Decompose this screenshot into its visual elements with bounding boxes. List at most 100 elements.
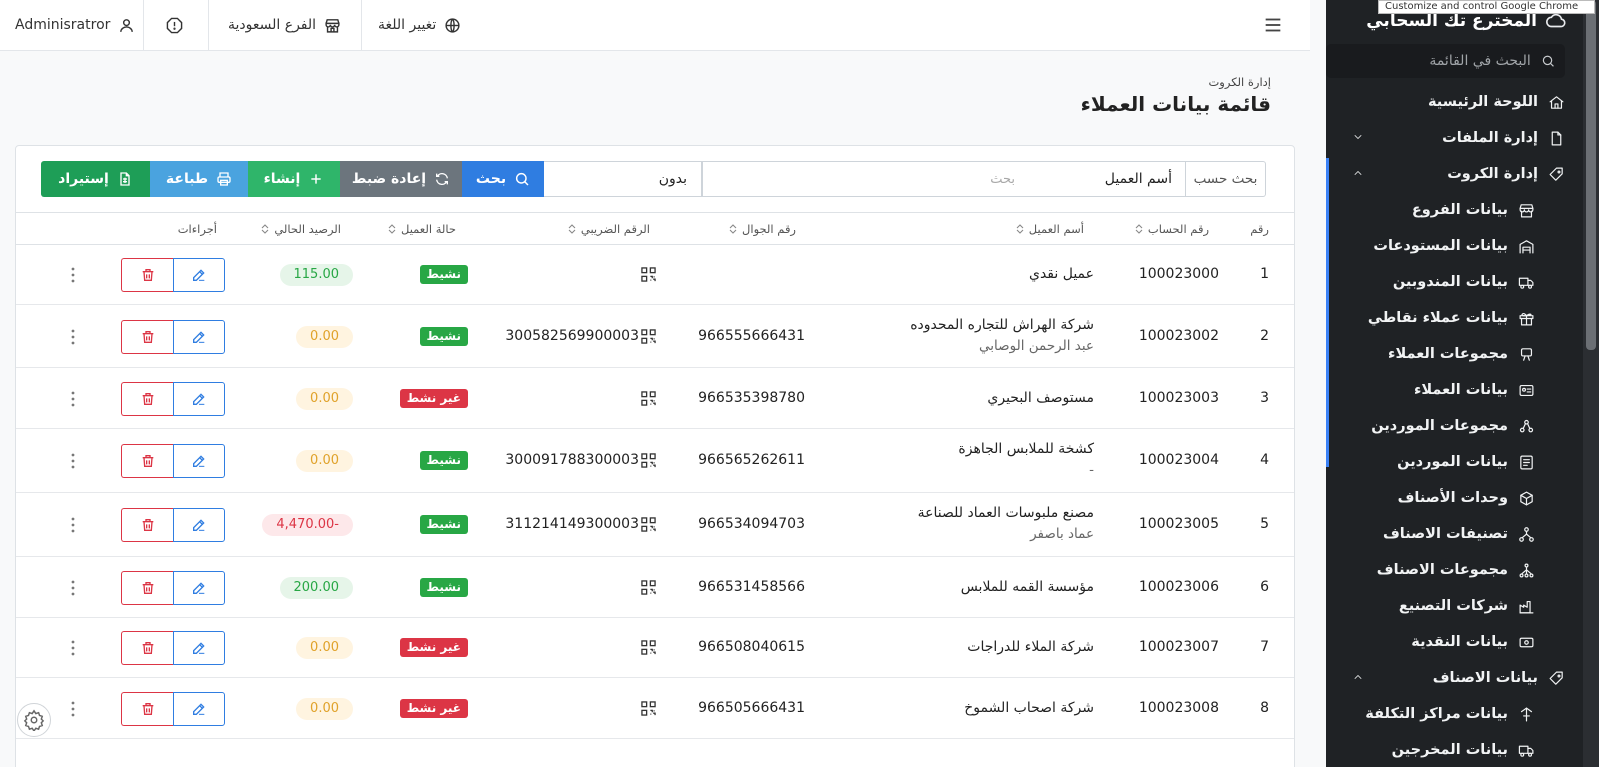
edit-button[interactable]	[173, 444, 225, 478]
status-badge: غير نشط	[399, 698, 468, 718]
table-row[interactable]: 6 100023006 مؤسسة القمه للملابس 96653145856…	[16, 557, 1294, 618]
condition-select[interactable]: بدون	[544, 161, 702, 197]
language-switcher[interactable]: تغيير اللغة	[378, 0, 461, 50]
reset-button[interactable]: إعادة ضبط	[340, 161, 462, 197]
delete-button[interactable]	[121, 631, 173, 665]
sidebar-search-input[interactable]	[1336, 53, 1531, 69]
col-status[interactable]: حالة العميل	[388, 213, 456, 245]
more-vertical-icon[interactable]	[70, 640, 76, 656]
qr-code-icon[interactable]	[641, 579, 656, 595]
sidebar-item[interactable]: تصنيفات الاصناف	[1326, 516, 1583, 552]
edit-button[interactable]	[173, 508, 225, 542]
edit-button[interactable]	[173, 691, 225, 726]
table-row[interactable]: 3 100023003 مستوصف البحيري 966535398780 غير …	[16, 368, 1294, 429]
delete-button[interactable]	[121, 691, 173, 726]
delete-button[interactable]	[121, 508, 173, 542]
sidebar-item-label: بيانات المستودعات	[1373, 238, 1508, 254]
sidebar-item[interactable]: مجموعات الاصناف	[1326, 552, 1583, 588]
create-button[interactable]: إنشاء	[248, 161, 340, 197]
edit-button[interactable]	[173, 258, 225, 292]
more-vertical-icon[interactable]	[70, 391, 76, 407]
import-button[interactable]: إستيراد	[41, 161, 150, 197]
branch-selector[interactable]: الفرع السعودية	[228, 0, 341, 50]
balance-badge: 115.00	[279, 264, 353, 286]
sidebar-item[interactable]: شركات التصنيع	[1326, 588, 1583, 624]
col-name[interactable]: أسم العميل	[1016, 213, 1084, 245]
more-vertical-icon[interactable]	[70, 701, 76, 717]
sidebar-item[interactable]: مجموعات العملاء	[1326, 336, 1583, 372]
sidebar-item-label: بيانات الفروع	[1411, 202, 1508, 218]
table-row[interactable]: مؤسسة مخرجات النخبة	[16, 739, 1294, 767]
table-row[interactable]: 7 100023007 شركة الملاء للدراجات 9665080406…	[16, 618, 1294, 678]
delete-button[interactable]	[121, 258, 173, 292]
chevron-up-icon	[1354, 171, 1362, 175]
edit-button[interactable]	[173, 381, 225, 416]
trash-icon	[142, 330, 153, 343]
sidebar-search[interactable]	[1326, 44, 1565, 78]
settings-button[interactable]	[17, 703, 51, 737]
col-tax[interactable]: الرقم الضريبي	[568, 213, 650, 245]
edit-button[interactable]	[173, 319, 225, 354]
hamburger-menu-icon[interactable]	[1262, 14, 1284, 36]
qr-code-icon[interactable]	[641, 390, 656, 406]
qr-code-icon[interactable]	[641, 640, 656, 655]
alert-button[interactable]	[166, 0, 183, 50]
customer-name: شركة الملاء للدراجات	[967, 639, 1094, 655]
qr-code-icon[interactable]	[641, 453, 656, 468]
edit-icon	[193, 519, 205, 531]
more-vertical-icon[interactable]	[70, 580, 76, 596]
sidebar-item-label: بيانات العملاء	[1413, 382, 1508, 398]
table-row[interactable]: 4 100023004 كشخة للملابس الجاهزة - 966565262…	[16, 429, 1294, 493]
sidebar-item[interactable]: بيانات المستودعات	[1326, 228, 1583, 264]
table-row[interactable]: 8 100023008 شركة اصحاب الشموخ 966505666431 غ…	[16, 678, 1294, 739]
sidebar-item[interactable]: بيانات مراكز التكلفة	[1326, 696, 1583, 732]
edit-icon	[193, 392, 205, 405]
edit-icon	[193, 269, 205, 281]
col-account[interactable]: رقم الحساب	[1135, 213, 1209, 245]
table-row[interactable]: 2 100023002 شركة الهراش للتجاره المحدوده عب…	[16, 305, 1294, 368]
more-vertical-icon[interactable]	[70, 267, 76, 283]
qr-code-icon[interactable]	[641, 328, 656, 344]
more-vertical-icon[interactable]	[70, 453, 76, 469]
table-row[interactable]: 1 100023000 عميل نقدي نشيط 115.00	[16, 245, 1294, 305]
sidebar-item[interactable]: مجموعات الموردين	[1326, 408, 1583, 444]
delete-button[interactable]	[121, 381, 173, 416]
breadcrumb[interactable]: إدارة الكروت	[1208, 75, 1271, 89]
sidebar-item[interactable]: بيانات المخرجين	[1326, 732, 1583, 767]
network-icon	[1519, 419, 1534, 432]
sidebar-item[interactable]: بيانات المندوبين	[1326, 264, 1583, 300]
edit-button[interactable]	[173, 631, 225, 665]
sidebar-item[interactable]: اللوحة الرئيسية	[1326, 84, 1583, 120]
delete-button[interactable]	[121, 444, 173, 478]
qr-code-icon[interactable]	[641, 267, 656, 282]
table-body: 1 100023000 عميل نقدي نشيط 115.00 2 100023002 ش…	[16, 245, 1294, 767]
search-button[interactable]: بحث	[462, 161, 544, 197]
sidebar-item[interactable]: بيانات الفروع	[1326, 192, 1583, 228]
table-row[interactable]: 5 100023005 مصنع ملبوسات العماد للصناعة عما…	[16, 493, 1294, 557]
delete-button[interactable]	[121, 570, 173, 605]
sidebar-item[interactable]: بيانات الموردين	[1326, 444, 1583, 480]
edit-button[interactable]	[173, 570, 225, 605]
row-index: 5	[1260, 516, 1269, 532]
col-index[interactable]: رقم	[1250, 213, 1269, 245]
account-number: 100023005	[1138, 516, 1219, 532]
more-vertical-icon[interactable]	[70, 329, 76, 345]
mobile-number: 966531458566	[698, 578, 805, 595]
user-menu[interactable]: Adminisratror	[15, 0, 135, 50]
sidebar-item[interactable]: وحدات الأصناف	[1326, 480, 1583, 516]
qr-code-icon[interactable]	[641, 700, 656, 716]
more-vertical-icon[interactable]	[70, 517, 76, 533]
scrollbar-thumb[interactable]	[1586, 0, 1596, 350]
sidebar-item[interactable]: بيانات العملاء	[1326, 372, 1583, 408]
sidebar-item[interactable]: إدارة الملفات	[1326, 120, 1583, 156]
qr-code-icon[interactable]	[641, 517, 656, 532]
delete-button[interactable]	[121, 319, 173, 354]
sidebar-item[interactable]: بيانات عملاء نقاطي	[1326, 300, 1583, 336]
sidebar-item[interactable]: بيانات النقدية	[1326, 624, 1583, 660]
print-button[interactable]: طباعة	[150, 161, 248, 197]
col-mobile[interactable]: رقم الجوال	[729, 213, 796, 245]
sidebar-item[interactable]: إدارة الكروت	[1326, 156, 1583, 192]
search-input[interactable]	[702, 161, 1186, 197]
sidebar-item[interactable]: بيانات الاصناف	[1326, 660, 1583, 696]
col-balance[interactable]: الرصيد الحالي	[261, 213, 341, 245]
